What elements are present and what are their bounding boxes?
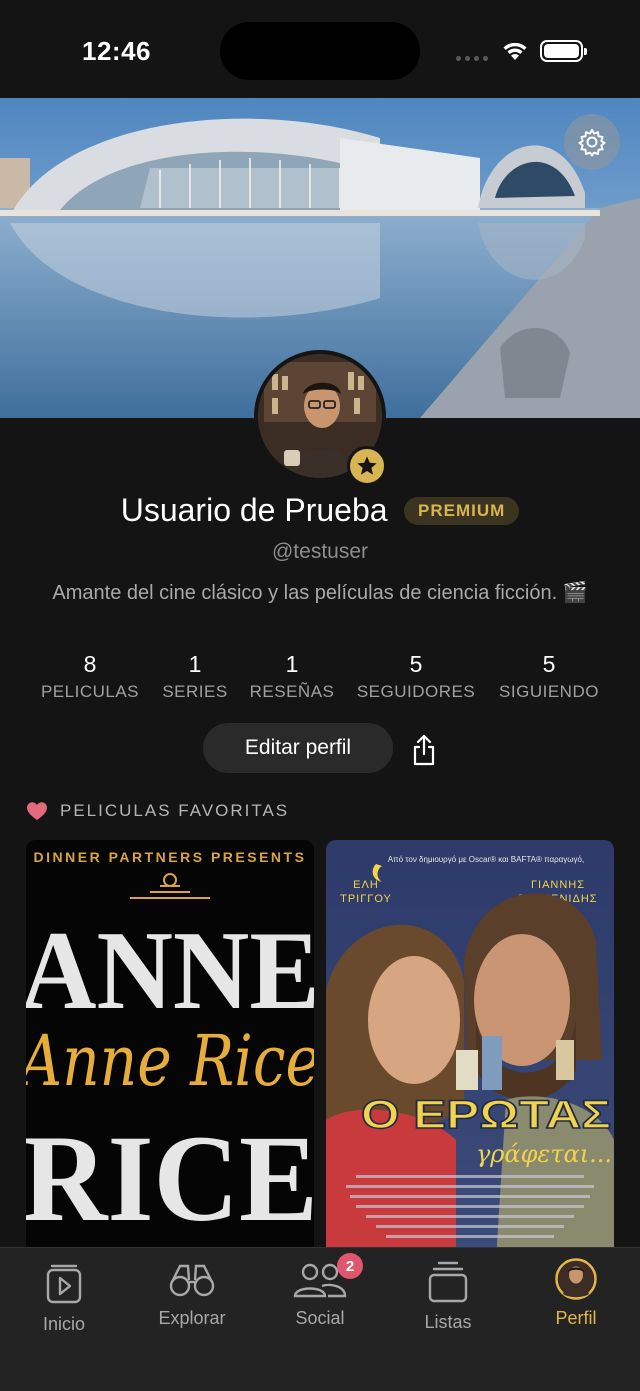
avatar-icon [555,1258,597,1300]
social-notification-badge: 2 [337,1253,363,1279]
tab-explorar[interactable]: Explorar [128,1248,256,1358]
status-time: 12:46 [82,36,151,66]
tab-listas[interactable]: Listas [384,1248,512,1358]
favorites-header: PELICULAS FAVORITAS [26,798,289,824]
favorite-movie-poster[interactable]: DINNER PARTNERS PRESENTS ANNE Anne Rice … [26,840,314,1260]
stat-value: 5 [542,651,556,677]
favorite-movie-poster[interactable]: Από τον δημιουργό με Oscar® και BAFTA® π… [326,840,614,1260]
tab-label: Listas [424,1312,472,1332]
edit-profile-button[interactable]: Editar perfil [203,723,393,773]
poster-title-line1: ANNE [26,909,314,1033]
stat-label: RESEÑAS [249,682,335,701]
stat-label: SIGUIENDO [499,682,599,701]
battery-icon [540,40,587,62]
dynamic-island [220,22,420,80]
poster-tagline: Από τον δημιουργό με Oscar® και BAFTA® π… [388,855,584,864]
stat-value: 8 [83,651,97,677]
stack-icon [428,1261,468,1303]
tab-inicio[interactable]: Inicio [0,1248,128,1358]
stat-series[interactable]: 1 SERIES [160,650,230,702]
stat-value: 5 [409,651,423,677]
tab-perfil[interactable]: Perfil [512,1248,640,1358]
profile-stats: 8 PELICULAS 1 SERIES 1 RESEÑAS 5 SEGUIDO… [0,650,640,710]
heart-icon [27,802,47,820]
tab-label: Inicio [42,1314,86,1334]
poster-title: Ο ΕΡΩΤΑΣ [361,1093,611,1137]
poster-presenter: DINNER PARTNERS PRESENTS [34,849,307,865]
poster-actor-right-1: ΓΙΑΝΝΗΣ [531,879,585,891]
play-icon [46,1264,82,1304]
tab-bar: Inicio Explorar Social Listas Perfil [0,1247,640,1391]
stat-value: 1 [188,651,202,677]
stat-siguiendo[interactable]: 5 SIGUIENDO [494,650,604,702]
wifi-icon [503,42,527,60]
settings-button[interactable] [564,114,620,170]
premium-badge: PREMIUM [404,496,520,525]
profile-name-row: Usuario de Prueba PREMIUM [0,492,640,529]
stat-label: SERIES [162,682,228,701]
cellular-signal-icon [456,56,488,61]
stat-resenas[interactable]: 1 RESEÑAS [246,650,338,702]
poster-subtitle: γράφεται... [476,1140,612,1168]
gear-icon [578,129,606,157]
share-icon[interactable] [409,733,439,767]
poster-script-title: Anne Rice [26,1020,314,1102]
stat-peliculas[interactable]: 8 PELICULAS [40,650,140,702]
stat-label: SEGUIDORES [356,682,476,701]
favorites-title: PELICULAS FAVORITAS [60,801,290,820]
stat-label: PELICULAS [40,682,140,701]
profile-bio: Amante del cine clásico y las películas … [52,582,588,604]
profile-name: Usuario de Prueba [120,492,388,528]
stat-value: 1 [285,651,299,677]
poster-title-line2: RICE [26,1110,314,1247]
status-bar: 12:46 [0,0,640,98]
tab-label: Social [295,1308,345,1328]
tab-label: Perfil [555,1308,597,1328]
profile-handle: @testuser [271,540,369,563]
tab-social[interactable]: Social [256,1248,384,1358]
binoculars-icon [169,1264,215,1297]
poster-actor-left-1: ΕΛΗ [353,879,379,891]
tab-label: Explorar [158,1308,226,1328]
stat-seguidores[interactable]: 5 SEGUIDORES [354,650,478,702]
poster-actor-left-2: ΤΡΙΓΓΟΥ [340,893,392,905]
premium-star-icon [347,446,387,486]
